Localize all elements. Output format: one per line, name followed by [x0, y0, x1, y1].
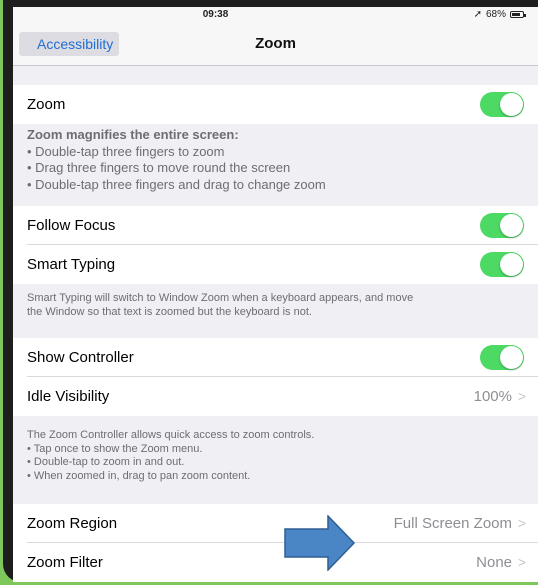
focus-group: Follow Focus Smart Typing [13, 206, 538, 284]
navigation-bar: Accessibility Zoom [13, 23, 538, 66]
zoom-label: Zoom [27, 96, 66, 113]
show-controller-row: Show Controller [13, 338, 538, 377]
page-title: Zoom [255, 35, 296, 52]
controller-footer-line: • Tap once to show the Zoom menu. [27, 442, 203, 455]
zoom-region-row[interactable]: Zoom Region Full Screen Zoom > [13, 504, 538, 543]
controller-group: Show Controller Idle Visibility 100% > [13, 338, 538, 416]
toggle-knob [500, 253, 523, 276]
idle-visibility-label: Idle Visibility [27, 388, 110, 405]
chevron-right-icon: > [517, 388, 526, 404]
toggle-knob [500, 214, 523, 237]
idle-visibility-row[interactable]: Idle Visibility 100% > [13, 377, 538, 416]
controller-footer-line: The Zoom Controller allows quick access … [27, 429, 315, 441]
zoom-filter-value: None [476, 554, 512, 571]
battery-icon [510, 11, 526, 18]
follow-focus-toggle[interactable] [480, 213, 524, 238]
status-bar: 09:38 ➚ 68% [13, 7, 538, 23]
zoom-region-value: Full Screen Zoom [393, 515, 512, 532]
controller-footer-line: • Double-tap to zoom in and out. [27, 456, 185, 468]
annotation-arrow-icon [284, 515, 356, 571]
zoom-footer-heading: Zoom magnifies the entire screen: [27, 127, 239, 142]
toggle-knob [500, 346, 523, 369]
zoom-toggle[interactable] [480, 92, 524, 117]
zoom-filter-label: Zoom Filter [27, 554, 103, 571]
smart-typing-row: Smart Typing [13, 245, 538, 284]
smart-typing-footer-line: Smart Typing will switch to Window Zoom … [27, 292, 414, 304]
zoom-row: Zoom [13, 85, 538, 124]
follow-focus-row: Follow Focus [13, 206, 538, 245]
status-right: ➚ 68% [473, 9, 526, 20]
idle-visibility-value: 100% [473, 388, 512, 405]
zoom-footer-line: • Drag three fingers to move round the s… [27, 160, 291, 175]
show-controller-toggle[interactable] [480, 345, 524, 370]
chevron-right-icon: > [517, 554, 526, 570]
smart-typing-toggle[interactable] [480, 252, 524, 277]
battery-percent: 68% [485, 9, 506, 20]
zoom-region-label: Zoom Region [27, 515, 118, 532]
device-screen: 09:38 ➚ 68% Accessibility Zoom Zoom Zoom… [13, 7, 538, 582]
status-time: 09:38 [202, 9, 229, 20]
smart-typing-footer-line: the Window so that text is zoomed but th… [27, 305, 312, 318]
follow-focus-label: Follow Focus [27, 217, 116, 234]
smart-typing-footer: Smart Typing will switch to Window Zoom … [27, 292, 518, 319]
region-group: Zoom Region Full Screen Zoom > Zoom Filt… [13, 504, 538, 582]
show-controller-label: Show Controller [27, 349, 134, 366]
chevron-right-icon: > [517, 515, 526, 531]
zoom-footer: Zoom magnifies the entire screen: • Doub… [27, 127, 518, 193]
location-icon: ➚ [473, 9, 482, 20]
controller-footer: The Zoom Controller allows quick access … [27, 429, 518, 483]
smart-typing-label: Smart Typing [27, 256, 116, 273]
toggle-knob [500, 93, 523, 116]
zoom-filter-row[interactable]: Zoom Filter None > [13, 543, 538, 582]
controller-footer-line: • When zoomed in, drag to pan zoom conte… [27, 469, 251, 482]
zoom-footer-line: • Double-tap three fingers and drag to c… [27, 176, 326, 192]
arrow-shape [284, 515, 356, 571]
zoom-footer-line: • Double-tap three fingers to zoom [27, 143, 225, 159]
zoom-group: Zoom [13, 85, 538, 124]
